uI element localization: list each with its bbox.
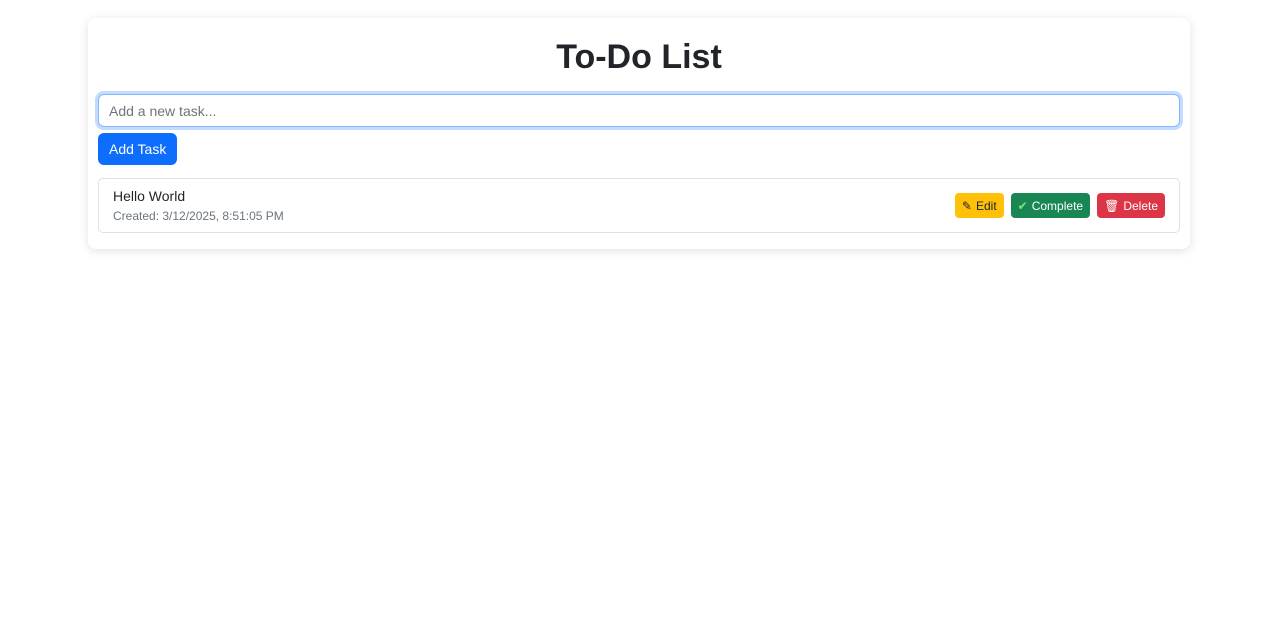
trash-icon: 🗑 — [1104, 198, 1120, 213]
task-created: Created: 3/12/2025, 8:51:05 PM — [113, 209, 284, 223]
task-item: Hello World Created: 3/12/2025, 8:51:05 … — [98, 178, 1180, 233]
delete-button[interactable]: 🗑 Delete — [1097, 193, 1165, 218]
pencil-icon: ✎ — [961, 198, 972, 213]
add-task-button[interactable]: Add Task — [98, 133, 178, 165]
page-title: To-Do List — [556, 38, 722, 76]
todo-card: To-Do List Add Task Hello World Created:… — [88, 18, 1190, 249]
check-icon: ✔ — [1017, 198, 1028, 213]
task-title: Hello World — [113, 188, 186, 204]
new-task-input[interactable] — [98, 94, 1180, 127]
edit-button[interactable]: ✎ Edit — [954, 193, 1004, 218]
complete-button[interactable]: ✔ Complete — [1010, 193, 1091, 218]
